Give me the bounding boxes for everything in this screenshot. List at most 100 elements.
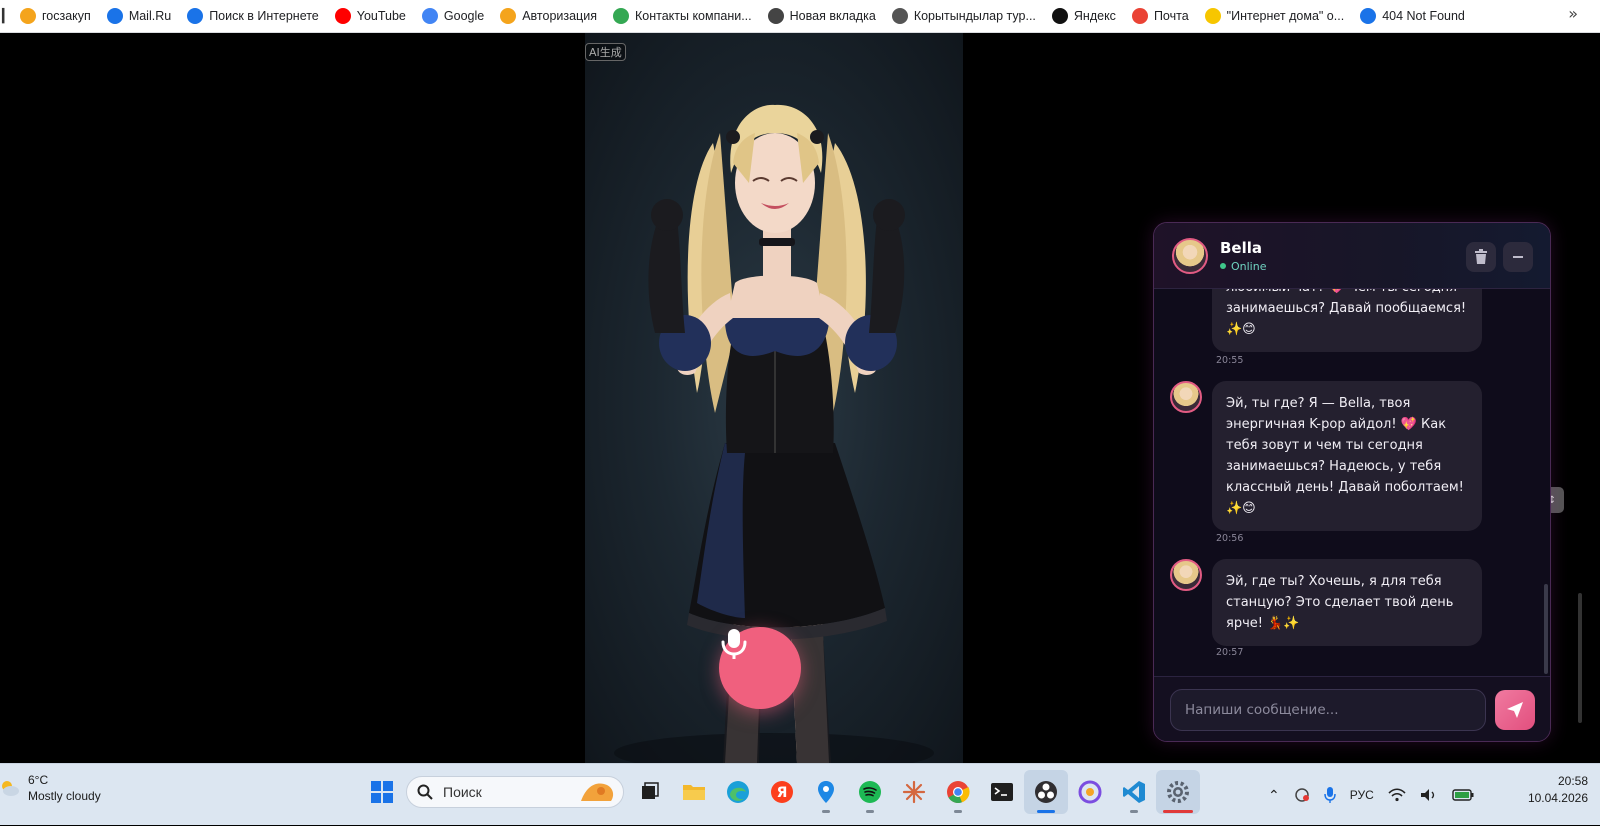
task-view-button[interactable] [628,770,672,814]
chat-messages[interactable]: любимый чат? 💖 Чем ты сегодня занимаешьс… [1154,289,1550,676]
obs-button[interactable] [1024,770,1068,814]
chat-contact-name: Bella [1220,238,1263,257]
page-scrollbar[interactable] [1578,593,1582,723]
minimize-chat-button[interactable] [1503,242,1533,272]
chart-icon [612,8,629,24]
maps-button[interactable] [804,770,848,814]
weather-temp: 6°C [28,773,49,787]
minus-icon [1513,256,1523,258]
taskbar-search[interactable]: Поиск [406,776,624,808]
bookmark-item[interactable]: Поиск в Интернете [179,2,327,30]
weather-widget[interactable]: 6°C Mostly cloudy [0,772,101,804]
taskbar-apps: Поиск Я [362,770,1200,814]
bookmark-edge-icon: ▎ [2,8,12,24]
search-highlight-icon [581,783,614,801]
yandex-browser-button[interactable]: Я [760,770,804,814]
terminal-button[interactable] [980,770,1024,814]
page-viewport: AI生成 ↕ Bella Online занимаешься? Давай п… [0,33,1600,763]
windows-taskbar: 6°C Mostly cloudy Поиск Я ⌃ РУС 20:58 10… [0,763,1600,825]
search-label: Поиск [443,784,482,800]
bookmark-item[interactable]: "Интернет дома" о... [1197,2,1353,30]
bookmark-item[interactable]: Mail.Ru [99,2,179,30]
bookmark-item[interactable]: Новая вкладка [760,2,884,30]
bookmark-label: Mail.Ru [128,9,172,23]
bookmark-label: Яндекс [1073,9,1116,23]
bookmark-label: Контакты компани... [634,9,752,23]
bookmark-label: Google [443,9,485,23]
trash-icon [1475,249,1487,264]
vscode-button[interactable] [1112,770,1156,814]
message-bubble: Эй, ты где? Я — Bella, твоя энергичная K… [1212,381,1482,531]
ring-icon [1078,780,1102,804]
chrome-icon [947,781,970,803]
send-icon [1507,702,1523,718]
message-time: 20:56 [1216,533,1244,544]
bookmark-item[interactable]: Google [414,2,492,30]
bookmark-label: госзакуп [42,9,91,23]
bookmark-item[interactable]: Яндекс [1044,2,1124,30]
edge-icon [727,781,749,803]
microphone-icon [721,629,747,659]
clock-date: 10.04.2026 [1527,791,1588,805]
mailru-icon [106,8,123,24]
message-input[interactable] [1170,689,1486,731]
send-button[interactable] [1495,690,1535,730]
map-pin-icon [818,781,834,803]
clear-chat-button[interactable] [1466,242,1496,272]
start-button[interactable] [362,772,402,812]
taskbar-clock[interactable]: 20:58 10.04.2026 [1528,773,1588,807]
microphone-icon[interactable] [1323,786,1336,804]
zakup-icon [500,8,517,24]
chat-message: любимый чат? 💖 Чем ты сегодня занимаешьс… [1170,289,1482,352]
vscode-icon [1123,781,1145,803]
bookmark-item[interactable]: Почта [1124,2,1197,30]
bookmark-item[interactable]: Корытындылар тур... [884,2,1044,30]
mail-at-icon [1360,8,1377,24]
bookmark-item[interactable]: госзакуп [12,2,99,30]
plus-icon [1051,8,1068,24]
weather-desc: Mostly cloudy [28,789,101,803]
message-bubble: любимый чат? 💖 Чем ты сегодня занимаешьс… [1212,289,1482,352]
volume-icon[interactable] [1420,788,1438,802]
video-player[interactable]: AI生成 [585,33,963,763]
windows-icon [371,781,393,803]
globe-icon [891,8,908,24]
chat-scrollbar[interactable] [1544,584,1548,674]
bookmark-list: госзакуп Mail.Ru Поиск в Интернете YouTube G… [12,2,1473,30]
edge-button[interactable] [716,770,760,814]
message-time: 20:57 [1216,647,1244,658]
bookmark-item[interactable]: Контакты компани... [605,2,760,30]
app-button[interactable] [1068,770,1112,814]
bookmark-label: "Интернет дома" о... [1226,9,1345,23]
chat-status: Online [1220,260,1266,273]
chat-input-bar [1154,676,1550,741]
yandex-icon: Я [771,781,793,803]
online-dot-icon [1220,263,1226,269]
bookmarks-more-icon[interactable]: » [1568,4,1578,23]
settings-button[interactable] [1156,770,1200,814]
spotify-icon [859,781,881,803]
bookmark-label: Авторизация [522,9,597,23]
ai-generated-badge: AI生成 [585,43,626,61]
microphone-button[interactable] [719,627,801,709]
battery-icon[interactable] [1452,788,1474,802]
chevron-up-icon[interactable]: ⌃ [1268,787,1280,804]
bookmark-item[interactable]: YouTube [327,2,414,30]
bookmark-item[interactable]: Авторизация [492,2,605,30]
claude-button[interactable] [892,770,936,814]
avatar [1172,237,1208,274]
message-bubble: Эй, где ты? Хочешь, я для тебя станцую? … [1212,559,1482,646]
gear-icon [1167,781,1189,803]
language-indicator[interactable]: РУС [1350,788,1374,802]
chat-message: Эй, ты где? Я — Bella, твоя энергичная K… [1170,381,1482,531]
network-activity-icon[interactable] [1294,787,1310,803]
bookmarks-bar: ▎ госзакуп Mail.Ru Поиск в Интернете YouTub… [0,0,1600,33]
folder-icon [683,785,705,800]
file-explorer-button[interactable] [672,770,716,814]
chat-status-label: Online [1231,259,1267,273]
bookmark-item[interactable]: 404 Not Found [1352,2,1473,30]
spotify-button[interactable] [848,770,892,814]
chrome-button[interactable] [936,770,980,814]
terminal-icon [991,783,1013,801]
wifi-icon[interactable] [1388,788,1406,802]
